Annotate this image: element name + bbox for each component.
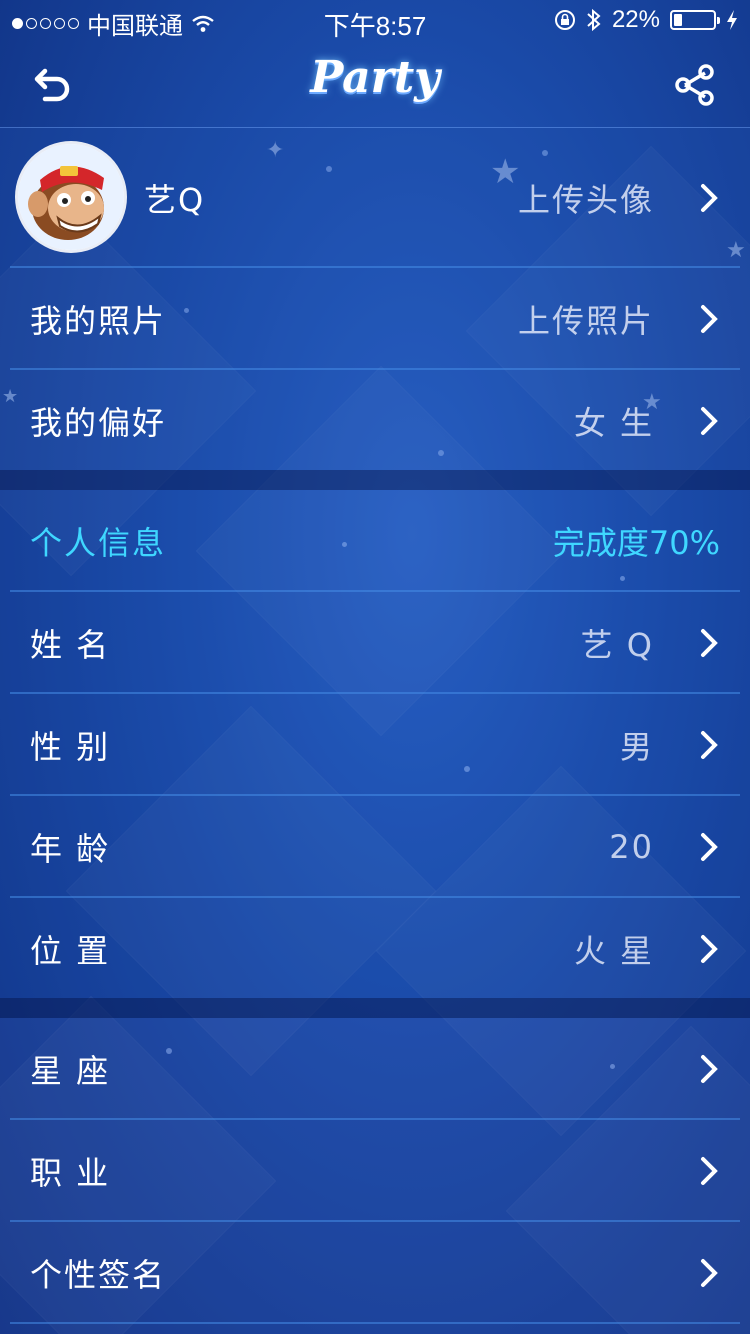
name-row[interactable]: 姓 名 艺 Q bbox=[0, 592, 750, 694]
charging-icon bbox=[727, 10, 737, 30]
personal-info-section: 个人信息 完成度70% 姓 名 艺 Q 性 别 男 年 龄 20 位 置 火 星 bbox=[0, 490, 750, 998]
rotation-lock-icon bbox=[554, 10, 575, 30]
monkey-avatar-icon bbox=[18, 144, 124, 250]
chevron-right-icon bbox=[701, 629, 718, 657]
gender-value: 男 bbox=[619, 728, 654, 766]
chevron-right-icon bbox=[701, 305, 718, 333]
bluetooth-icon bbox=[587, 8, 601, 32]
job-label: 职 业 bbox=[30, 1154, 111, 1192]
profile-section: 艺Q 上传头像 我的照片 上传照片 我的偏好 女 生 bbox=[0, 128, 750, 470]
my-preference-label: 我的偏好 bbox=[30, 404, 167, 442]
battery-icon bbox=[670, 10, 720, 30]
section-gap bbox=[0, 470, 750, 490]
constellation-row[interactable]: 星 座 bbox=[0, 1018, 750, 1120]
status-bar: 中国联通 下午8:57 22% bbox=[0, 0, 750, 41]
personal-info-title: 个人信息 bbox=[30, 524, 167, 562]
age-value: 20 bbox=[609, 828, 654, 866]
nav-bar: Party bbox=[0, 40, 750, 128]
chevron-right-icon bbox=[701, 184, 718, 212]
location-label: 位 置 bbox=[30, 932, 111, 970]
section-gap bbox=[0, 998, 750, 1018]
age-label: 年 龄 bbox=[30, 830, 111, 868]
battery-fill bbox=[674, 14, 683, 26]
personal-info-header: 个人信息 完成度70% bbox=[0, 490, 750, 592]
signature-row[interactable]: 个性签名 bbox=[0, 1222, 750, 1324]
chevron-right-icon bbox=[701, 407, 718, 435]
preference-value: 女 生 bbox=[573, 404, 654, 442]
chevron-right-icon bbox=[701, 1055, 718, 1083]
battery-percent: 22% bbox=[611, 6, 660, 33]
page-title: Party bbox=[310, 52, 440, 103]
gender-label: 性 别 bbox=[30, 728, 111, 766]
avatar-row[interactable]: 艺Q 上传头像 bbox=[0, 128, 750, 268]
share-button[interactable] bbox=[668, 58, 722, 112]
more-info-section: 星 座 职 业 个性签名 bbox=[0, 1018, 750, 1334]
upload-photos-link[interactable]: 上传照片 bbox=[518, 296, 654, 342]
chevron-right-icon bbox=[701, 731, 718, 759]
signature-label: 个性签名 bbox=[30, 1256, 167, 1294]
constellation-label: 星 座 bbox=[30, 1052, 111, 1090]
age-row[interactable]: 年 龄 20 bbox=[0, 796, 750, 898]
location-row[interactable]: 位 置 火 星 bbox=[0, 898, 750, 1000]
chevron-right-icon bbox=[701, 935, 718, 963]
share-icon bbox=[675, 64, 714, 106]
location-value: 火 星 bbox=[573, 932, 654, 970]
gender-row[interactable]: 性 别 男 bbox=[0, 694, 750, 796]
nickname: 艺Q bbox=[144, 181, 206, 219]
completion-rate: 完成度70% bbox=[552, 524, 720, 562]
upload-avatar-link[interactable]: 上传头像 bbox=[518, 175, 654, 221]
chevron-right-icon bbox=[701, 1259, 718, 1287]
chevron-right-icon bbox=[701, 833, 718, 861]
name-value: 艺 Q bbox=[580, 626, 654, 664]
my-photos-row[interactable]: 我的照片 上传照片 bbox=[0, 268, 750, 370]
avatar[interactable] bbox=[18, 144, 124, 250]
job-row[interactable]: 职 业 bbox=[0, 1120, 750, 1222]
my-photos-label: 我的照片 bbox=[30, 302, 167, 340]
name-label: 姓 名 bbox=[30, 626, 111, 664]
my-preference-row[interactable]: 我的偏好 女 生 bbox=[0, 370, 750, 472]
chevron-right-icon bbox=[701, 1157, 718, 1185]
